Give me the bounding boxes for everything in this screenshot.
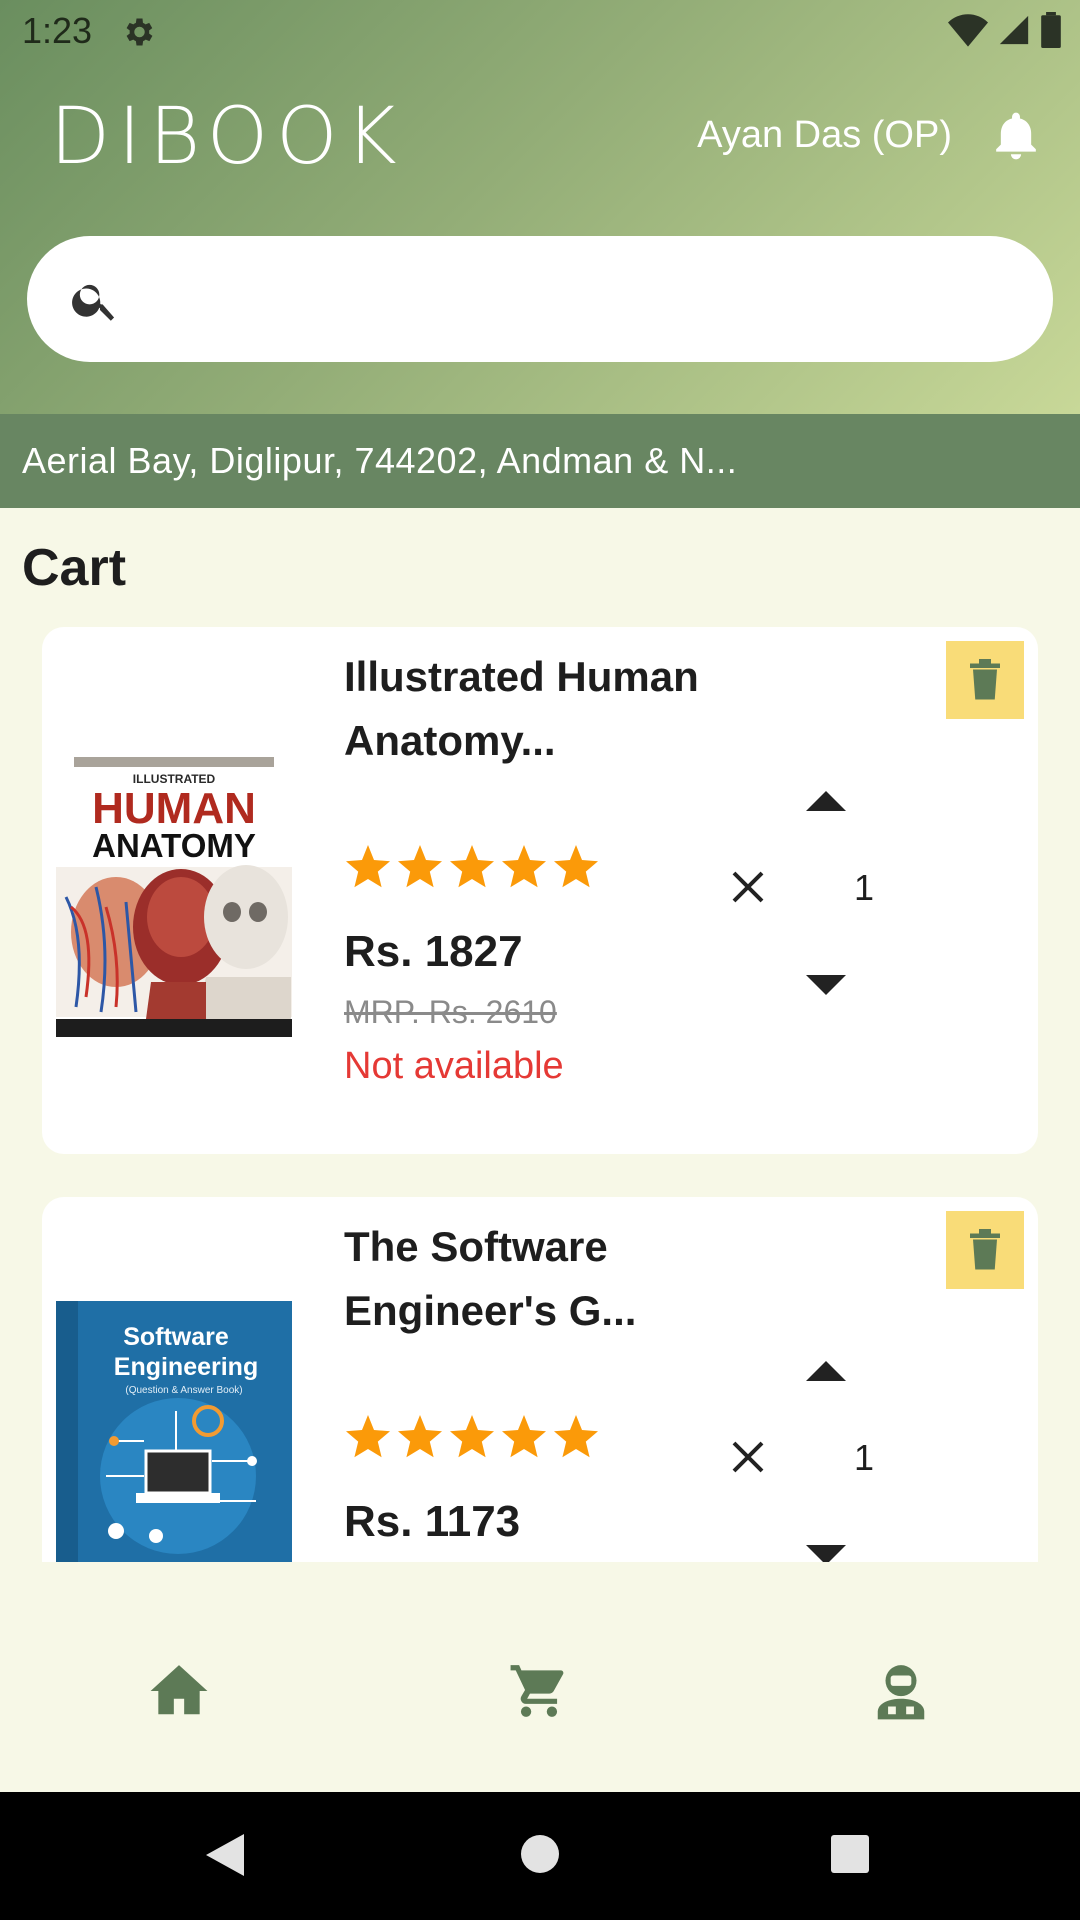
profile-icon[interactable]: [870, 1660, 932, 1722]
quantity-increase-icon[interactable]: [802, 785, 850, 815]
screen: 1:23 DIBOOK Ayan Das (OP) Aerial Bay, Di…: [0, 0, 1080, 1920]
quantity-decrease-icon[interactable]: [802, 971, 850, 1001]
book-cover-image: Software Engineering (Question & Answer …: [56, 1301, 292, 1562]
home-icon[interactable]: [148, 1660, 210, 1722]
cart-list[interactable]: ILLUSTRATED HUMAN ANATOMY Illustrated Hu…: [0, 620, 1080, 1562]
trash-icon: [970, 1229, 1000, 1270]
book-title[interactable]: Illustrated Human Anatomy...: [344, 645, 764, 773]
availability-status: Not available: [344, 1045, 564, 1087]
star-icon: [554, 845, 598, 888]
quantity-value: 1: [854, 1437, 875, 1478]
cover-line-2: Engineering: [114, 1353, 258, 1381]
delete-button[interactable]: [946, 641, 1024, 719]
quantity-decrease-icon[interactable]: [802, 1541, 850, 1562]
cover-line-2: HUMAN: [92, 784, 256, 833]
close-icon: [732, 1441, 764, 1473]
price: Rs. 1827: [344, 927, 523, 976]
page-title: Cart: [22, 539, 127, 597]
book-title[interactable]: The Software Engineer's G...: [344, 1215, 764, 1343]
brand-logo: DIBOOK: [50, 92, 405, 182]
status-time: 1:23: [22, 10, 93, 51]
bottom-navigation: [0, 1562, 1080, 1792]
header: 1:23 DIBOOK Ayan Das (OP): [0, 0, 1080, 414]
user-name[interactable]: Ayan Das (OP): [697, 114, 952, 157]
search-input[interactable]: [27, 236, 1053, 362]
star-icon: [346, 1415, 390, 1458]
home-circle-icon[interactable]: [520, 1834, 560, 1874]
star-icon: [346, 845, 390, 888]
star-icon: [398, 845, 442, 888]
cover-line-3: ANATOMY: [92, 827, 256, 864]
mrp-price: MRP. Rs. 2610: [344, 994, 557, 1030]
system-navigation-bar: [0, 1792, 1080, 1920]
cover-line-3: (Question & Answer Book): [125, 1385, 242, 1396]
recents-icon[interactable]: [830, 1834, 870, 1874]
search-icon: [72, 284, 115, 321]
star-icon: [554, 1415, 598, 1458]
status-bar: 1:23: [0, 0, 1080, 64]
star-icon: [502, 845, 546, 888]
close-icon: [732, 871, 764, 903]
back-icon[interactable]: [204, 1832, 246, 1878]
trash-icon: [970, 659, 1000, 700]
settings-gear-icon: [126, 18, 153, 46]
location-text: Aerial Bay, Diglipur, 744202, Andman & N…: [22, 440, 738, 481]
rating-stars: [344, 845, 600, 891]
book-cover-image: ILLUSTRATED HUMAN ANATOMY: [56, 757, 292, 1037]
cell-signal-icon: [999, 15, 1029, 45]
status-icons: [948, 12, 1062, 48]
cart-item-card: ILLUSTRATED HUMAN ANATOMY Illustrated Hu…: [42, 627, 1038, 1154]
quantity-increase-icon[interactable]: [802, 1355, 850, 1385]
star-icon: [450, 1415, 494, 1458]
wifi-icon: [948, 14, 988, 47]
price: Rs. 1173: [344, 1497, 521, 1546]
delivery-location-bar[interactable]: Aerial Bay, Diglipur, 744202, Andman & N…: [0, 414, 1080, 508]
star-icon: [450, 845, 494, 888]
cart-icon[interactable]: [508, 1660, 570, 1722]
cover-line-1: Software: [123, 1323, 229, 1351]
star-icon: [502, 1415, 546, 1458]
rating-stars: [344, 1415, 600, 1461]
cart-item-card: Software Engineering (Question & Answer …: [42, 1197, 1038, 1562]
quantity-value: 1: [854, 867, 875, 908]
delete-button[interactable]: [946, 1211, 1024, 1289]
notification-bell-icon[interactable]: [988, 108, 1044, 164]
search-field[interactable]: [147, 266, 1007, 332]
star-icon: [398, 1415, 442, 1458]
battery-icon: [1041, 12, 1061, 48]
